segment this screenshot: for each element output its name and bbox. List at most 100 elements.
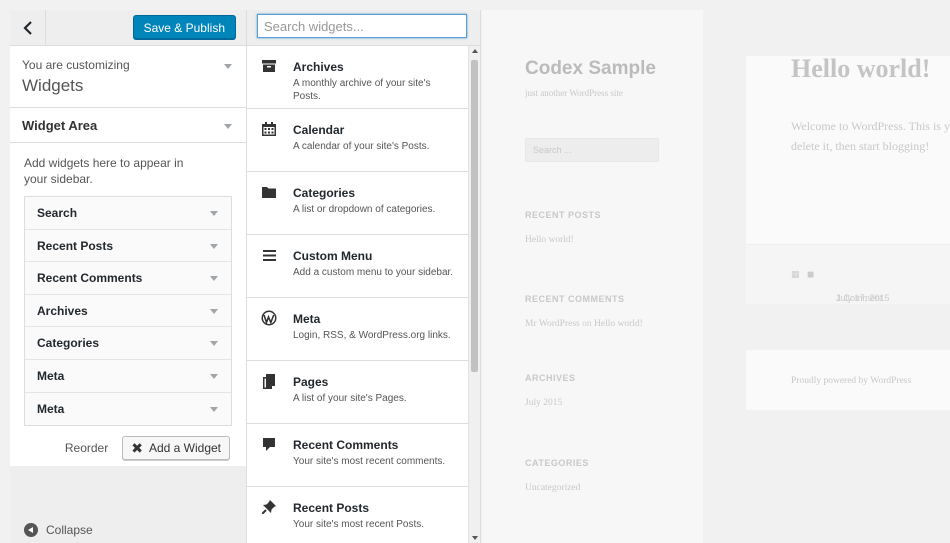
pages-icon — [261, 373, 277, 389]
comment-post-link[interactable]: Hello world! — [594, 319, 643, 329]
site-preview: Codex Sample just another WordPress site… — [482, 10, 950, 543]
recent-comments-heading: RECENT COMMENTS — [525, 294, 625, 304]
widget-row[interactable]: Search — [25, 197, 231, 230]
widget-name: Pages — [293, 375, 329, 389]
add-widget-button[interactable]: ✖ Add a Widget — [122, 436, 230, 461]
chevron-down-icon — [224, 124, 232, 129]
available-widget-item[interactable]: Custom Menu Add a custom menu to your si… — [247, 235, 469, 298]
widget-actions: Reorder ✖ Add a Widget — [24, 436, 232, 461]
category-link[interactable]: Uncategorized — [525, 482, 703, 495]
chevron-down-icon — [224, 64, 232, 69]
widget-label: Categories — [37, 336, 100, 351]
chevron-left-icon — [22, 21, 32, 35]
widget-name: Categories — [293, 186, 356, 200]
panel-info[interactable]: You are customizing Widgets — [10, 46, 246, 108]
widget-row[interactable]: Recent Posts — [25, 229, 231, 263]
widget-description: A list or dropdown of categories. — [293, 204, 436, 215]
widget-description: Login, RSS, & WordPress.org links. — [293, 330, 451, 341]
site-title[interactable]: Codex Sample — [525, 58, 703, 80]
archive-icon — [261, 58, 277, 74]
post-body: Welcome to WordPress. This is your first… — [791, 119, 950, 153]
widget-search-bar — [247, 10, 480, 46]
available-widget-item[interactable]: Pages A list of your site's Pages. — [247, 361, 469, 424]
widget-search-input[interactable] — [257, 14, 467, 38]
comment-on-text: on — [582, 319, 592, 329]
chevron-down-icon — [210, 211, 218, 216]
widget-row[interactable]: Archives — [25, 294, 231, 328]
scroll-down-icon[interactable] — [472, 536, 478, 540]
site-footer: Proudly powered by WordPress — [746, 350, 950, 410]
close-icon: ✖ — [131, 440, 143, 457]
available-widget-item[interactable]: Recent Posts Your site's most recent Pos… — [247, 487, 469, 543]
available-widget-item[interactable]: Meta Login, RSS, & WordPress.org links. — [247, 298, 469, 361]
chevron-down-icon — [210, 276, 218, 282]
pin-icon — [261, 499, 277, 515]
widget-description: Your site's most recent Posts. — [293, 519, 425, 530]
chevron-down-icon — [210, 341, 218, 347]
available-widget-item[interactable]: Categories A list or dropdown of categor… — [247, 172, 469, 235]
scroll-up-icon[interactable] — [472, 49, 478, 53]
widget-label: Meta — [37, 368, 65, 383]
recent-posts-heading: RECENT POSTS — [525, 210, 602, 220]
customizer-sidebar: Save & Publish You are customizing Widge… — [10, 10, 247, 543]
widget-label: Archives — [37, 303, 88, 318]
back-button[interactable] — [10, 10, 46, 46]
preview-search-field[interactable]: Search ... — [525, 138, 659, 162]
widget-row[interactable]: Categories — [25, 327, 231, 360]
widget-description: A list of your site's Pages. — [293, 393, 407, 404]
widget-description: Your site's most recent comments. — [293, 456, 446, 467]
widget-row[interactable]: Meta — [25, 359, 231, 393]
folder-icon — [261, 184, 277, 200]
collapse-arrow-icon — [24, 523, 38, 537]
widget-label: Recent Comments — [37, 271, 143, 286]
widget-label: Meta — [37, 401, 65, 416]
panel-pre-title: You are customizing — [22, 58, 130, 72]
widget-name: Recent Comments — [293, 438, 399, 452]
collapse-button[interactable]: Collapse — [24, 523, 93, 537]
widgets-list: Search Recent Posts Recent Comments Arch… — [24, 196, 232, 427]
footer-credit[interactable]: Proudly powered by WordPress — [791, 376, 911, 386]
available-widget-item[interactable]: Recent Comments Your site's most recent … — [247, 424, 469, 487]
menu-icon — [261, 247, 277, 263]
reorder-link[interactable]: Reorder — [65, 441, 108, 455]
post-title[interactable]: Hello world! — [791, 54, 930, 84]
widget-area-section-header[interactable]: Widget Area — [10, 108, 246, 143]
categories-heading: CATEGORIES — [525, 458, 589, 468]
preview-sidebar: Codex Sample just another WordPress site… — [482, 10, 703, 543]
comment-author-link[interactable]: Mr WordPress — [525, 319, 580, 329]
wordpress-icon — [261, 310, 277, 326]
widget-description: A calendar of your site's Posts. — [293, 141, 430, 152]
chevron-down-icon — [210, 373, 218, 379]
post-meta-line: ▦ July 17, 2015 ◼ 1 Comment — [791, 269, 890, 303]
widget-row[interactable]: Meta — [25, 392, 231, 426]
calendar-icon — [261, 121, 277, 137]
archive-link[interactable]: July 2015 — [525, 397, 703, 410]
scroll-thumb[interactable] — [471, 60, 478, 372]
widget-row[interactable]: Recent Comments — [25, 262, 231, 295]
recent-post-link[interactable]: Hello world! — [525, 234, 703, 247]
customizer-header: Save & Publish — [10, 10, 246, 46]
add-widget-label: Add a Widget — [148, 441, 221, 456]
widget-area-title: Widget Area — [22, 118, 98, 133]
archives-heading: ARCHIVES — [525, 373, 576, 383]
available-widget-item[interactable]: Archives A monthly archive of your site'… — [247, 46, 469, 109]
save-publish-button[interactable]: Save & Publish — [132, 15, 236, 39]
post-comments-link[interactable]: 1 Comment — [836, 293, 883, 303]
recent-comment-entry: Mr WordPress on Hello world! — [525, 318, 645, 331]
widget-area-body: Add widgets here to appear in your sideb… — [10, 143, 246, 466]
widget-name: Recent Posts — [293, 501, 370, 515]
widget-label: Recent Posts — [37, 238, 114, 253]
widget-name: Custom Menu — [293, 249, 373, 263]
available-widgets-list: Archives A monthly archive of your site'… — [247, 46, 469, 543]
available-widget-item[interactable]: Calendar A calendar of your site's Posts… — [247, 109, 469, 172]
widget-description: A monthly archive of your site's Posts. — [293, 78, 431, 102]
widget-area-description: Add widgets here to appear in your sideb… — [24, 156, 184, 186]
collapse-label: Collapse — [46, 523, 93, 537]
available-widgets-panel: Archives A monthly archive of your site'… — [247, 10, 481, 543]
widget-description: Add a custom menu to your sidebar. — [293, 267, 454, 278]
chevron-down-icon — [210, 243, 218, 249]
comment-icon — [261, 436, 277, 452]
widget-name: Calendar — [293, 123, 345, 137]
widget-label: Search — [37, 206, 78, 220]
widgets-scrollbar[interactable] — [468, 46, 480, 543]
